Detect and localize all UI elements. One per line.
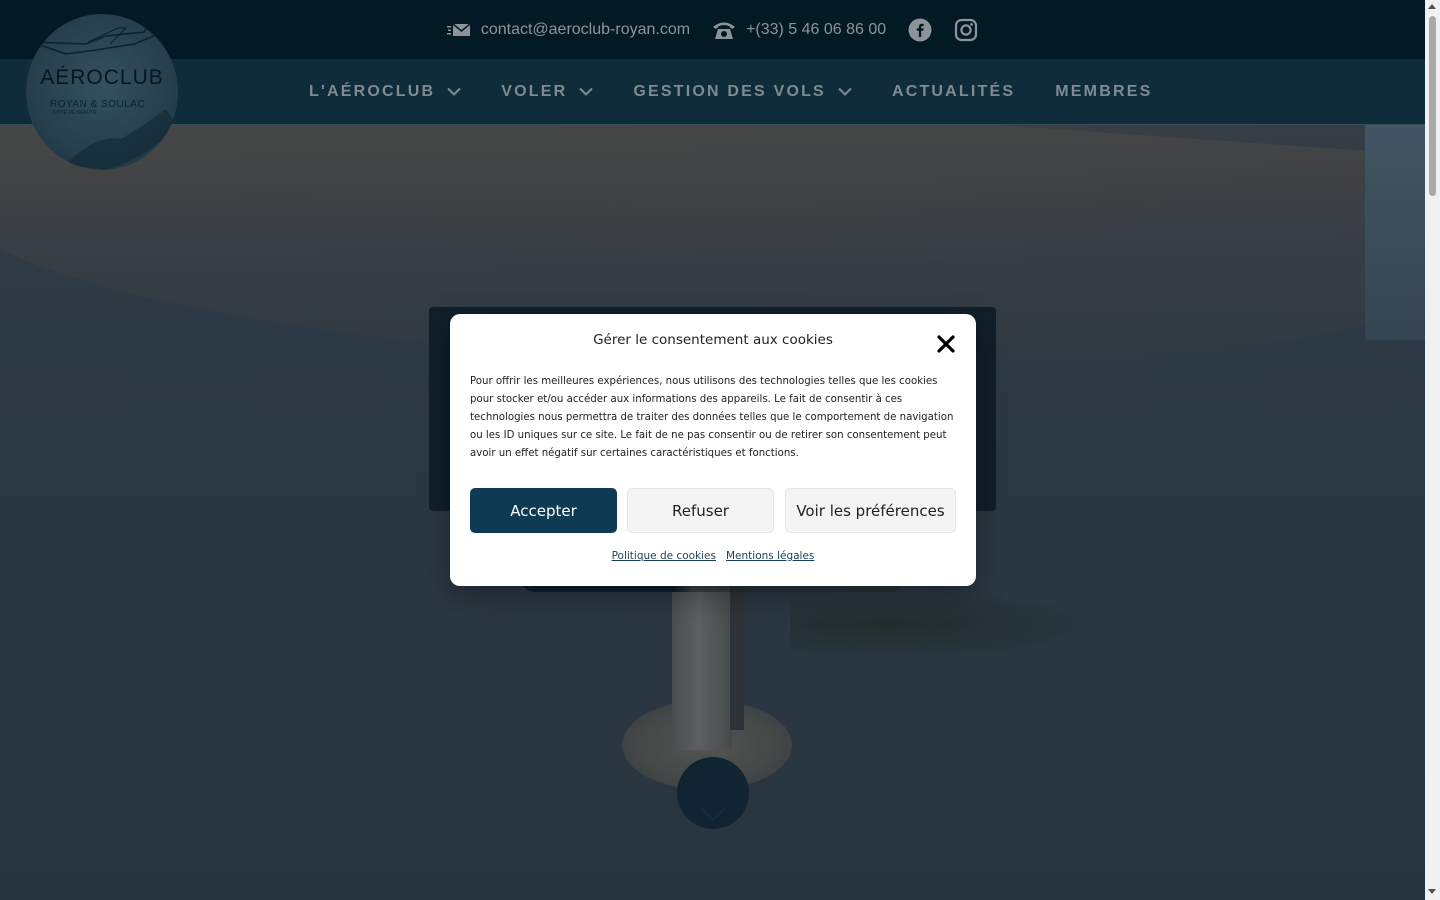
accept-button[interactable]: Accepter [470,488,617,533]
main-navbar: L'AÉROCLUB VOLER GESTION DES VOLS ACTUAL… [0,59,1425,125]
phone-icon [713,22,736,39]
nav-item-label: L'AÉROCLUB [309,82,436,100]
site-logo[interactable]: AÉROCLUB ROYAN & SOULAC CÔTE DE BEAUTÉ [26,14,178,170]
nav-item-membres[interactable]: MEMBRES [1055,83,1152,101]
contact-phone: +(33) 5 46 06 86 00 [746,20,887,38]
contact-phone-link[interactable]: +(33) 5 46 06 86 00 [712,20,886,40]
main-nav: L'AÉROCLUB VOLER GESTION DES VOLS ACTUAL… [309,59,1152,124]
email-icon [446,22,471,36]
instagram-link[interactable] [954,18,978,42]
cookie-policy-link[interactable]: Politique de cookies [612,550,716,562]
instagram-icon [955,18,978,41]
facebook-icon [908,18,932,41]
top-contact-bar: contact@aeroclub-royan.com +(33) 5 46 06… [0,0,1425,59]
nav-item-gestion-des-vols[interactable]: GESTION DES VOLS [633,83,852,101]
nav-item-label: MEMBRES [1055,82,1153,100]
modal-description: Pour offrir les meilleures expériences, … [470,376,954,459]
logo-subtitle: ROYAN & SOULAC [50,99,146,110]
chevron-down-icon [579,87,594,96]
modal-links: Politique de cookies Mentions légales [450,550,976,562]
close-button[interactable] [934,332,958,356]
scroll-down-arrow[interactable] [1428,889,1436,894]
nav-item-label: ACTUALITÉS [891,82,1016,100]
scrollbar-thumb[interactable] [1429,16,1436,196]
preferences-button[interactable]: Voir les préférences [785,488,956,533]
close-icon [937,335,955,353]
chevron-down-icon [447,87,461,96]
logo-tagline: CÔTE DE BEAUTÉ [53,110,97,116]
chevron-down-icon [838,87,852,96]
page-scrollbar[interactable] [1425,0,1440,900]
legal-notice-link[interactable]: Mentions légales [726,550,814,562]
nav-item-voler[interactable]: VOLER [501,82,594,101]
logo-title: AÉROCLUB [40,66,164,89]
nav-item-label: VOLER [501,82,568,100]
airplane-logo-icon [30,19,176,170]
contact-email: contact@aeroclub-royan.com [480,20,691,38]
nav-item-actualites[interactable]: ACTUALITÉS [892,83,1015,101]
facebook-link[interactable] [908,18,932,42]
nav-item-label: GESTION DES VOLS [633,82,826,100]
modal-title: Gérer le consentement aux cookies [593,332,833,348]
refuse-button[interactable]: Refuser [627,488,774,533]
cookie-consent-modal: Gérer le consentement aux cookies Pour o… [450,314,976,586]
nav-item-aeroclub[interactable]: L'AÉROCLUB [309,83,461,101]
contact-email-link[interactable]: contact@aeroclub-royan.com [446,20,691,39]
scroll-up-arrow[interactable] [1428,4,1436,9]
